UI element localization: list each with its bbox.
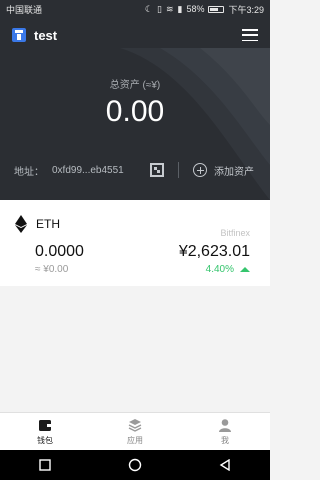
recents-button[interactable] [35, 455, 55, 475]
back-button[interactable] [215, 455, 235, 475]
clock: 下午3:29 [228, 4, 264, 15]
battery-icon [208, 5, 225, 13]
asset-amount: 0.0000 [35, 243, 84, 260]
menu-button[interactable] [242, 29, 258, 41]
address-row: 地址： 0xfd99...eb4551 添加资产 [0, 156, 270, 184]
status-bar: 中国联通 ☾ ▯ ≋ ▮ 58% 下午3:29 [0, 0, 270, 18]
divider [178, 162, 179, 178]
square-icon [39, 459, 51, 471]
layers-icon [128, 418, 142, 432]
asset-price: ¥2,623.01 [178, 243, 250, 260]
tab-apps[interactable]: 应用 [90, 413, 180, 450]
status-indicators: ☾ ▯ ≋ ▮ 58% 下午3:29 [145, 3, 264, 16]
price-change-value: 4.40% [205, 264, 234, 275]
price-source: Bitfinex [220, 228, 250, 238]
add-asset-button[interactable]: 添加资产 [193, 163, 254, 178]
tab-label: 我 [221, 435, 229, 445]
wallet-header-panel: 中国联通 ☾ ▯ ≋ ▮ 58% 下午3:29 test 总资产 (≈¥) 0.… [0, 0, 270, 200]
up-arrow-icon [240, 267, 250, 272]
qr-code-icon[interactable] [150, 163, 164, 177]
asset-fiat-value: ≈ ¥0.00 [35, 264, 69, 275]
circle-icon [128, 458, 142, 472]
top-bar: test [0, 22, 270, 48]
back-triangle-icon [219, 459, 230, 471]
address-label: 地址： [14, 166, 44, 178]
signal-icon: ▮ [177, 3, 183, 14]
plus-circle-icon [193, 163, 207, 177]
vibrate-icon: ▯ [157, 3, 162, 14]
ethereum-icon [15, 215, 27, 233]
price-change: 4.40% [206, 264, 250, 275]
wallet-name: test [34, 27, 58, 43]
home-button[interactable] [125, 455, 145, 475]
menu-icon-line [242, 39, 258, 41]
battery-level: 58% [186, 4, 205, 14]
app-screen: 中国联通 ☾ ▯ ≋ ▮ 58% 下午3:29 test 总资产 (≈¥) 0.… [0, 0, 270, 480]
menu-icon-line [242, 29, 258, 31]
wallet-icon [39, 419, 51, 431]
moon-icon: ☾ [144, 3, 153, 14]
add-asset-label: 添加资产 [214, 166, 254, 178]
tab-wallet[interactable]: 钱包 [0, 413, 90, 450]
android-navigation-bar [0, 450, 270, 480]
wallet-address[interactable]: 0xfd99...eb4551 [52, 165, 136, 176]
asset-list-item-eth[interactable]: ETH Bitfinex 0.0000 ¥2,623.01 ≈ ¥0.00 4.… [0, 200, 270, 286]
total-assets-label: 总资产 (≈¥) [109, 80, 161, 91]
asset-symbol: ETH [36, 217, 60, 231]
wallet-logo-icon [12, 28, 26, 42]
bottom-tab-bar: 钱包 应用 我 [0, 412, 270, 450]
tab-label: 应用 [127, 435, 143, 445]
tab-label: 钱包 [37, 435, 53, 445]
tab-me[interactable]: 我 [180, 413, 270, 450]
wallet-switcher[interactable]: test [12, 28, 57, 43]
carrier-label: 中国联通 [6, 4, 43, 15]
wifi-icon: ≋ [165, 3, 174, 14]
total-assets-value: 0.00 [105, 95, 165, 128]
user-icon [219, 418, 231, 432]
menu-icon-line [242, 34, 258, 36]
